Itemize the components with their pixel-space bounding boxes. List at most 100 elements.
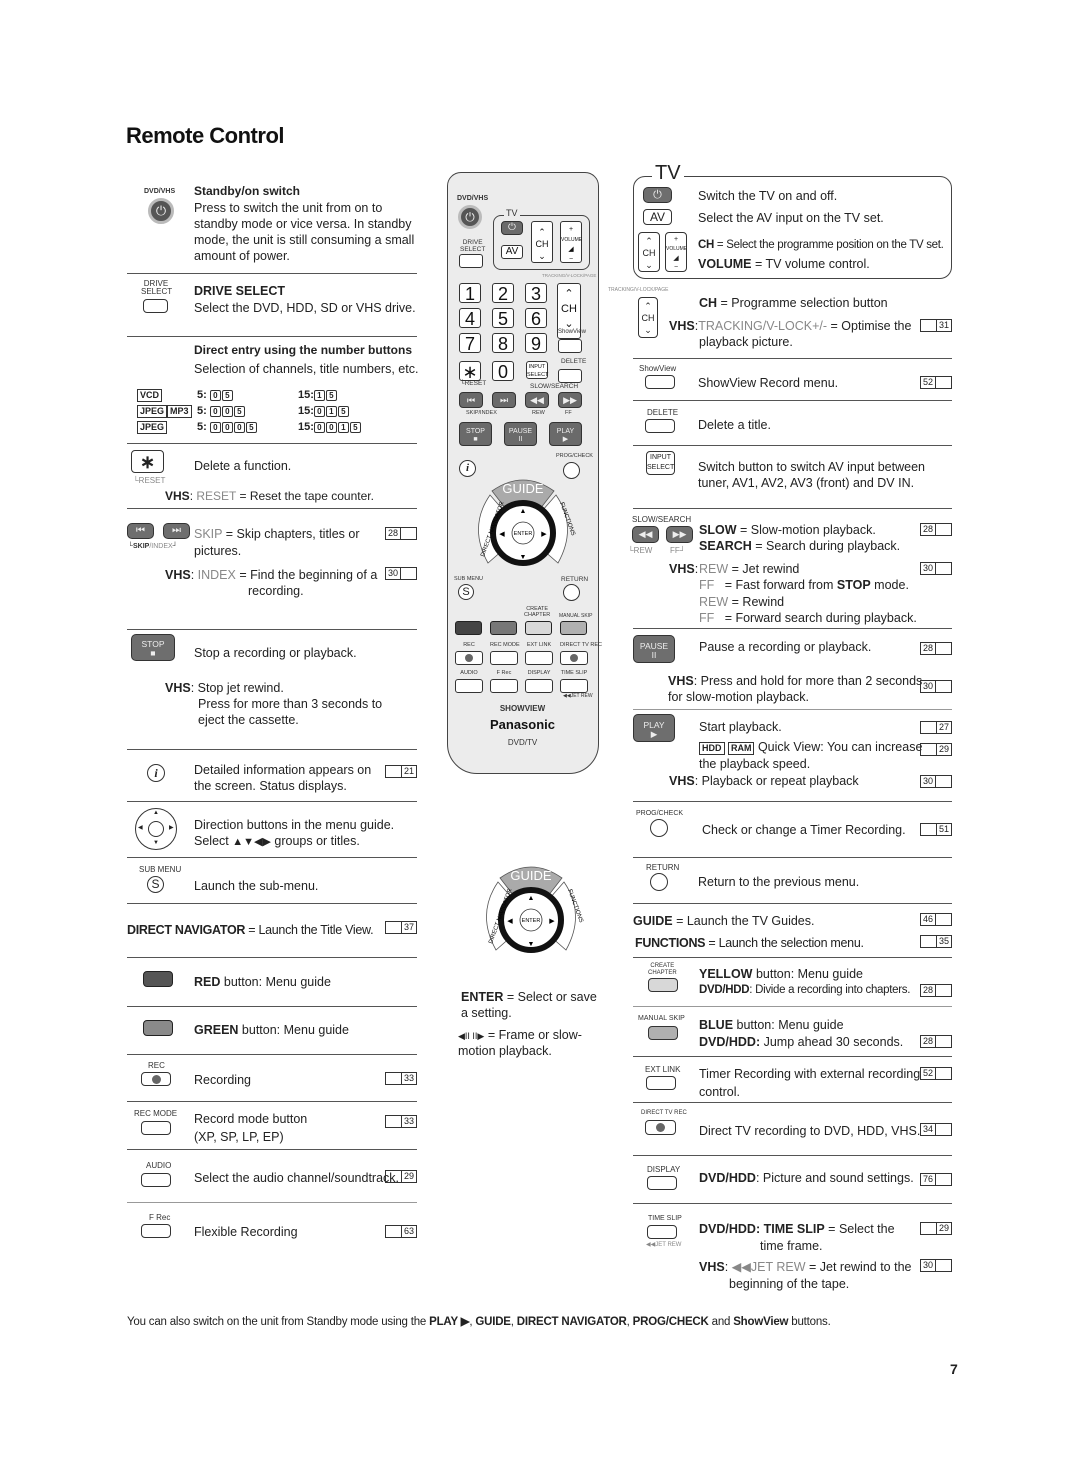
remote-digit-button[interactable]: ∗ [459,361,481,382]
page-ref: 27 [920,721,952,734]
return-text: Return to the previous menu. [698,875,860,889]
divider [633,628,952,629]
page-ref: 28 [920,523,952,536]
number-key-icon: 5 [221,389,233,401]
remote-showview-button[interactable] [558,339,582,353]
remote-function-button[interactable] [560,679,588,693]
remote-drive-label: DRIVE SELECT [460,239,486,253]
vhs-stop-text-2: Press for more than 3 seconds to [198,697,383,711]
divider [127,857,417,858]
remote-function-button[interactable] [490,651,518,665]
page-ref: 52 [920,1067,952,1080]
remote-tv-ch-button[interactable]: ⌃ CH ⌄ [531,221,553,263]
vhs-rew-ff-line: REW = Jet rewind [699,562,800,576]
remote-function-button[interactable] [525,679,553,693]
remote-volume-button[interactable]: + VOLUME ◢ − [560,221,582,263]
page-ref: 51 [920,823,952,836]
direct-tv-rec-button [645,1120,676,1135]
remote-function-button[interactable] [525,651,553,665]
sub-menu-icon: S [147,876,164,893]
entry-example-a: 5: 0005 [197,420,258,434]
vhs-reset-text: VHS: RESET = Reset the tape counter. [165,489,374,503]
remote-skip-forward-button[interactable]: ⏭ [492,392,516,408]
slow-text: SLOW = Slow-motion playback. [699,523,876,537]
down-arrow-icon: ▼ [528,941,535,948]
remote-sub-menu-button[interactable]: S [458,584,474,600]
remote-yellow-button[interactable] [525,621,552,635]
divider [633,1102,952,1103]
tracking-label: TRACKING/V-LOCK/PAGE [608,287,669,293]
remote-stop-button[interactable]: STOP ■ [459,422,492,446]
frame-text-2: motion playback. [458,1044,552,1058]
vhs-rew-ff-line: FF = Fast forward from STOP mode. [699,578,909,593]
remote-function-button[interactable] [560,651,588,665]
ch-text: CH = Programme selection button [699,296,888,310]
format-tag: MP3 [167,405,192,418]
showview-text: ShowView Record menu. [698,376,839,390]
stop-button: STOP ■ [131,634,175,661]
delete-title-text: Delete a title. [698,418,771,432]
remote-tracking-label: TRACKING/V-LOCK/PAGE [542,273,597,278]
left-arrow-icon: ◀ [499,531,505,538]
remote-ff-label: FF [565,410,572,416]
remote-av-button[interactable]: AV [501,245,523,259]
remote-rew-label: REW [532,410,545,416]
remote-digit-button[interactable]: 9 [525,333,547,354]
remote-red-button[interactable] [455,621,482,635]
remote-tv-label: TV [504,208,520,218]
remote-return-label: RETURN [561,576,589,583]
remote-return-button[interactable] [563,584,580,601]
entry-example-a: 5: 005 [197,404,246,418]
remote-digit-button[interactable]: 2 [492,283,514,304]
remote-input-select-button[interactable]: INPUT SELECT [526,361,548,379]
divider [633,857,952,858]
remote-delete-button[interactable] [558,369,582,383]
time-slip-text: DVD/HDD: TIME SLIP = Select the [699,1222,895,1236]
tv-power-icon: ⏻ [643,187,672,203]
remote-drive-select-button[interactable] [459,254,483,268]
remote-skip-back-button[interactable]: ⏮ [459,392,483,408]
remote-digit-button[interactable]: 8 [492,333,514,354]
remote-function-button[interactable] [455,679,483,693]
frec-label: F Rec [149,1213,171,1222]
remote-digit-button[interactable]: 3 [525,283,547,304]
remote-green-button[interactable] [490,621,517,635]
remote-function-button[interactable] [455,651,483,665]
display-text: DVD/HDD: Picture and sound settings. [699,1171,914,1185]
page-ref: 33 [385,1115,417,1128]
divider [127,629,417,630]
yellow-text: YELLOW button: Menu guide [699,967,863,981]
remote-digit-button[interactable]: 1 [459,283,481,304]
remote-ff-button[interactable]: ▶▶ [558,392,582,408]
vhs-index-text-2: recording. [248,584,304,598]
remote-digit-button[interactable]: 6 [525,308,547,329]
number-key-icon: 0 [221,405,233,417]
remote-digit-button[interactable]: 5 [492,308,514,329]
divider [633,709,952,710]
remote-standby-button[interactable]: ⏻ [458,205,482,229]
remote-blue-button[interactable] [560,621,587,635]
delete-label: DELETE [647,408,679,417]
footer-note: You can also switch on the unit from Sta… [127,1316,831,1328]
rec-label: REC [148,1061,165,1070]
direct-tv-rec-label: DIRECT TV REC [641,1110,687,1116]
remote-play-button[interactable]: PLAY ▶ [549,422,582,446]
page-ref: 29 [920,743,952,756]
page-ref: 31 [920,319,952,332]
divider [633,1056,952,1057]
remote-function-button[interactable] [490,679,518,693]
remote-digit-button[interactable]: 4 [459,308,481,329]
page-ref: 28 [385,527,417,540]
play-button: PLAY ▶ [633,714,675,742]
remote-delete-label: DELETE [561,358,587,365]
remote-key-label: REC [463,642,475,648]
divider [127,801,417,802]
remote-digit-button[interactable]: 7 [459,333,481,354]
remote-pause-button[interactable]: PAUSE II [504,422,537,446]
down-arrow-icon: ▼ [520,554,527,561]
remote-rew-button[interactable]: ◀◀ [525,392,549,408]
remote-tv-power-button[interactable]: ⏻ [501,221,523,235]
remote-digit-button[interactable]: 0 [492,361,514,382]
page-ref: 28 [920,1035,952,1048]
divider [127,1149,417,1150]
